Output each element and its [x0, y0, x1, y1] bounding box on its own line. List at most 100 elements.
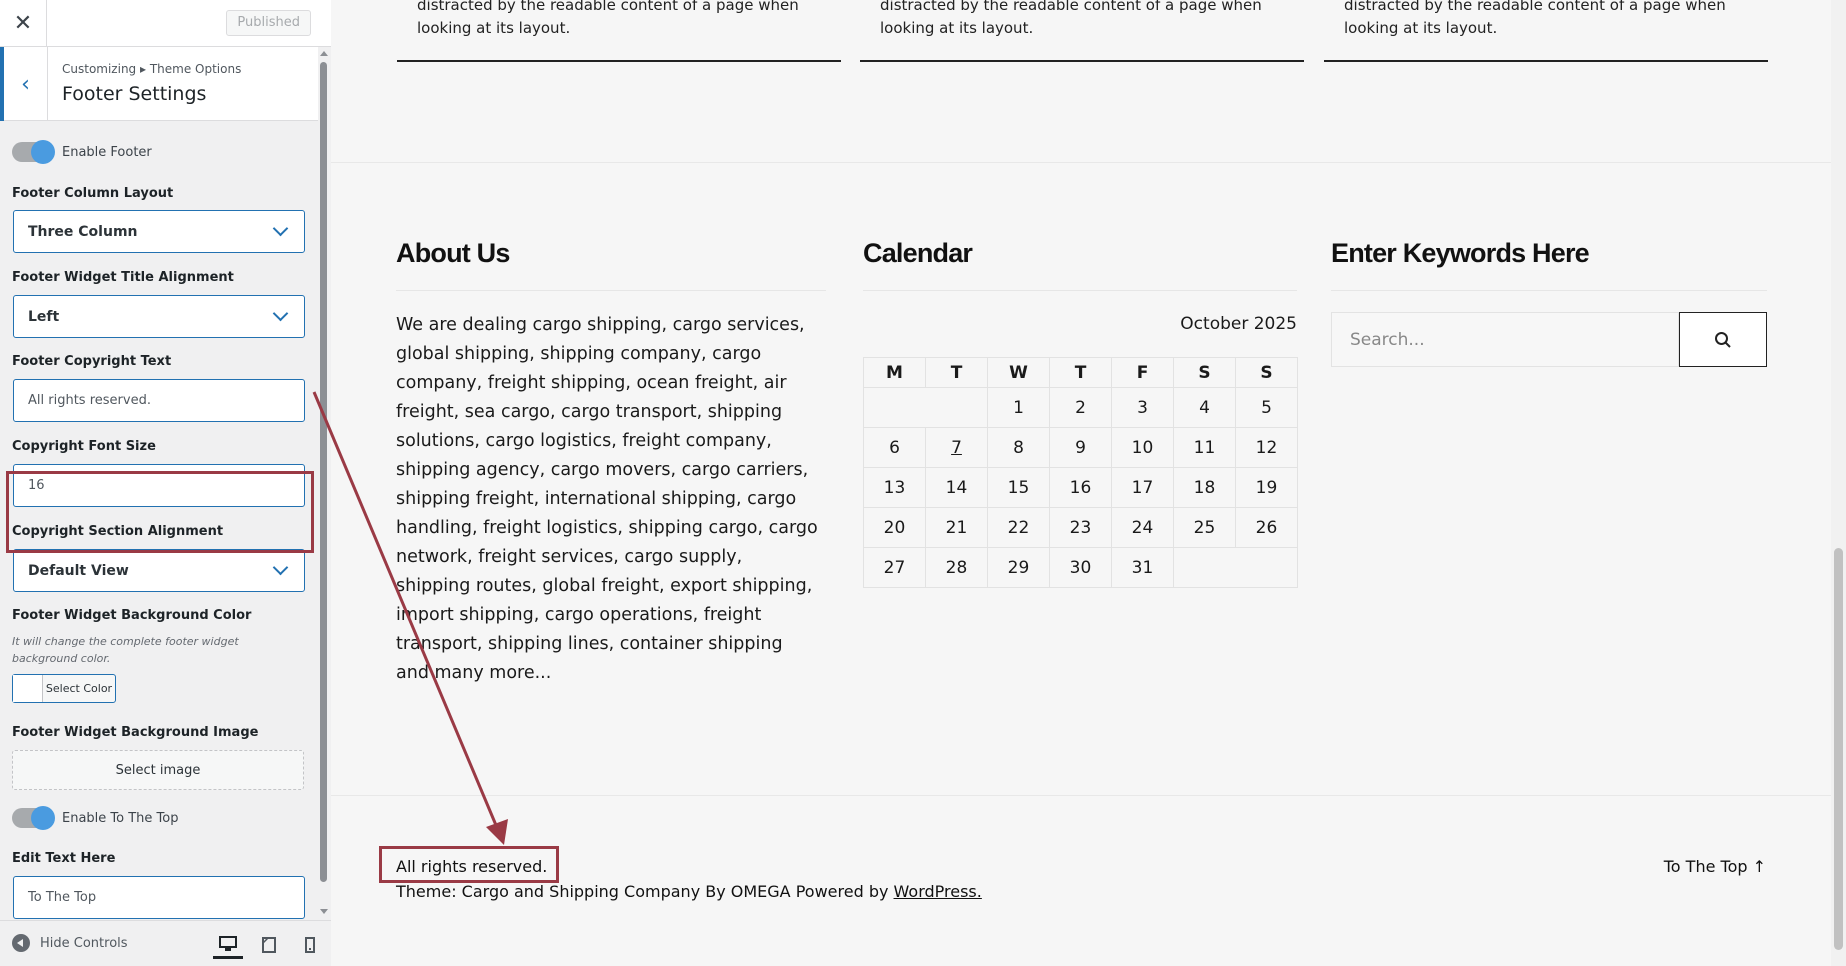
footer-widget-title-alignment-value: Left: [28, 308, 60, 325]
footer-copyright-text-input[interactable]: All rights reserved.: [13, 379, 305, 422]
calendar-weekday: S: [1235, 357, 1298, 388]
calendar-day: 29: [987, 547, 1050, 588]
page-scroll-thumb[interactable]: [1834, 548, 1843, 950]
hide-controls-button[interactable]: Hide Controls: [12, 934, 128, 952]
to-the-top-link[interactable]: To The Top ↑: [1571, 857, 1766, 876]
calendar-day: 10: [1111, 427, 1174, 468]
theme-credit: Theme: Cargo and Shipping Company By OME…: [396, 882, 982, 901]
calendar-day: 31: [1111, 547, 1174, 588]
customizer-footer: Hide Controls: [0, 920, 331, 966]
edit-text-label: Edit Text Here: [12, 851, 116, 866]
desktop-icon: [219, 935, 237, 951]
sidebar-scroll-thumb[interactable]: [320, 62, 327, 882]
calendar-day: 2: [1049, 387, 1112, 428]
chevron-down-icon: [272, 220, 289, 237]
scroll-down-icon[interactable]: [320, 909, 328, 914]
collapse-icon: [12, 934, 30, 952]
footer-widget-bg-color-description: It will change the complete footer widge…: [12, 635, 239, 665]
copyright-font-size-label: Copyright Font Size: [12, 439, 156, 454]
copyright-section-alignment-select[interactable]: Default View: [13, 549, 305, 592]
calendar-day: 27: [863, 547, 926, 588]
close-icon: ✕: [13, 11, 33, 36]
copyright-section-alignment-value: Default View: [28, 562, 129, 579]
edit-text-input[interactable]: To The Top: [13, 876, 305, 919]
back-button[interactable]: ‹: [0, 47, 48, 121]
calendar-weekday-row: MTWTFSS: [863, 357, 1298, 388]
calendar-week-row: 27 28 29 30 31: [863, 547, 1298, 588]
site-preview: distracted by the readable content of a …: [331, 0, 1831, 966]
calendar-day: 9: [1049, 427, 1112, 468]
copyright-font-size-input[interactable]: 16: [13, 464, 305, 507]
calendar-day: 11: [1173, 427, 1236, 468]
calendar-pad: [1173, 547, 1298, 588]
select-color-button[interactable]: Select Color: [12, 674, 116, 703]
calendar-day: 21: [925, 507, 988, 548]
service-card-text: distracted by the readable content of a …: [417, 0, 799, 37]
calendar-day: 20: [863, 507, 926, 548]
service-card-text: distracted by the readable content of a …: [1344, 0, 1726, 37]
calendar-week-row: 12345: [863, 387, 1298, 428]
tablet-icon: [262, 937, 276, 953]
customizer-sidebar: ✕ Published ‹ Customizing ▸ Theme Option…: [0, 0, 331, 966]
controls-panel: Enable Footer Footer Column Layout Three…: [0, 122, 318, 920]
card-divider: [860, 60, 1304, 62]
chevron-down-icon: [272, 559, 289, 576]
widget-title-divider: [1331, 290, 1767, 291]
search-widget-title: Enter Keywords Here: [1331, 238, 1590, 268]
calendar-day: 19: [1235, 467, 1298, 508]
footer-column-layout-select[interactable]: Three Column: [13, 210, 305, 253]
close-button[interactable]: ✕: [0, 0, 47, 47]
footer-copyright-text-label: Footer Copyright Text: [12, 354, 172, 369]
tablet-preview-button[interactable]: [254, 931, 284, 959]
calendar-table: MTWTFSS 1 2 3 4 5 6 7 8 9 10 11 12 13 14 15 16 17 18 19 20 2…: [863, 357, 1298, 588]
search-icon: [1715, 331, 1731, 348]
search-button[interactable]: [1679, 312, 1767, 367]
theme-credit-text: Theme: Cargo and Shipping Company By OME…: [396, 882, 894, 901]
calendar-weekday: F: [1111, 357, 1174, 388]
calendar-day: 1: [987, 387, 1050, 428]
scroll-up-icon[interactable]: [320, 51, 328, 56]
footer-widget-bg-image-label: Footer Widget Background Image: [12, 725, 259, 740]
calendar-day: 24: [1111, 507, 1174, 548]
enable-to-top-toggle[interactable]: [12, 806, 55, 830]
calendar-day: 28: [925, 547, 988, 588]
footer-widget-title-alignment-label: Footer Widget Title Alignment: [12, 270, 234, 285]
calendar-week-row: 20 21 22 23 24 25 26: [863, 507, 1298, 548]
card-divider: [1324, 60, 1768, 62]
service-card-text: distracted by the readable content of a …: [880, 0, 1262, 37]
calendar-weekday: M: [863, 357, 926, 388]
about-widget-title: About Us: [396, 238, 510, 268]
page-scrollbar[interactable]: [1831, 0, 1846, 966]
calendar-week-row: 13 14 15 16 17 18 19: [863, 467, 1298, 508]
widget-title-divider: [396, 290, 826, 291]
chevron-down-icon: [272, 305, 289, 322]
section-header: ‹ Customizing ▸ Theme Options Footer Set…: [0, 47, 318, 121]
calendar-day: 25: [1173, 507, 1236, 548]
select-image-button[interactable]: Select image: [12, 750, 304, 790]
enable-to-top-row: Enable To The Top: [12, 806, 304, 830]
calendar-pad: [863, 387, 988, 428]
calendar-weekday: T: [1049, 357, 1112, 388]
calendar-day: 30: [1049, 547, 1112, 588]
calendar-day: 18: [1173, 467, 1236, 508]
published-button[interactable]: Published: [226, 10, 311, 36]
calendar-day: 5: [1235, 387, 1298, 428]
wordpress-link[interactable]: WordPress.: [894, 882, 982, 901]
chevron-left-icon: ‹: [21, 71, 30, 97]
about-widget-text: We are dealing cargo shipping, cargo ser…: [396, 315, 818, 683]
footer-column-layout-value: Three Column: [28, 223, 138, 240]
enable-footer-toggle[interactable]: [12, 140, 55, 164]
calendar-day-link[interactable]: 7: [925, 427, 988, 468]
footer-widget-title-alignment-select[interactable]: Left: [13, 295, 305, 338]
customizer-topbar: ✕ Published: [0, 0, 331, 47]
footer-widget-bg-color-label: Footer Widget Background Color: [12, 608, 252, 623]
calendar-day: 14: [925, 467, 988, 508]
calendar-day: 8: [987, 427, 1050, 468]
sidebar-scrollbar[interactable]: [318, 47, 331, 920]
mobile-preview-button[interactable]: [295, 931, 325, 959]
section-title: Footer Settings: [62, 83, 207, 105]
desktop-preview-button[interactable]: [213, 931, 243, 959]
calendar-weekday: W: [987, 357, 1050, 388]
search-input[interactable]: Search...: [1331, 312, 1679, 367]
calendar-day: 4: [1173, 387, 1236, 428]
